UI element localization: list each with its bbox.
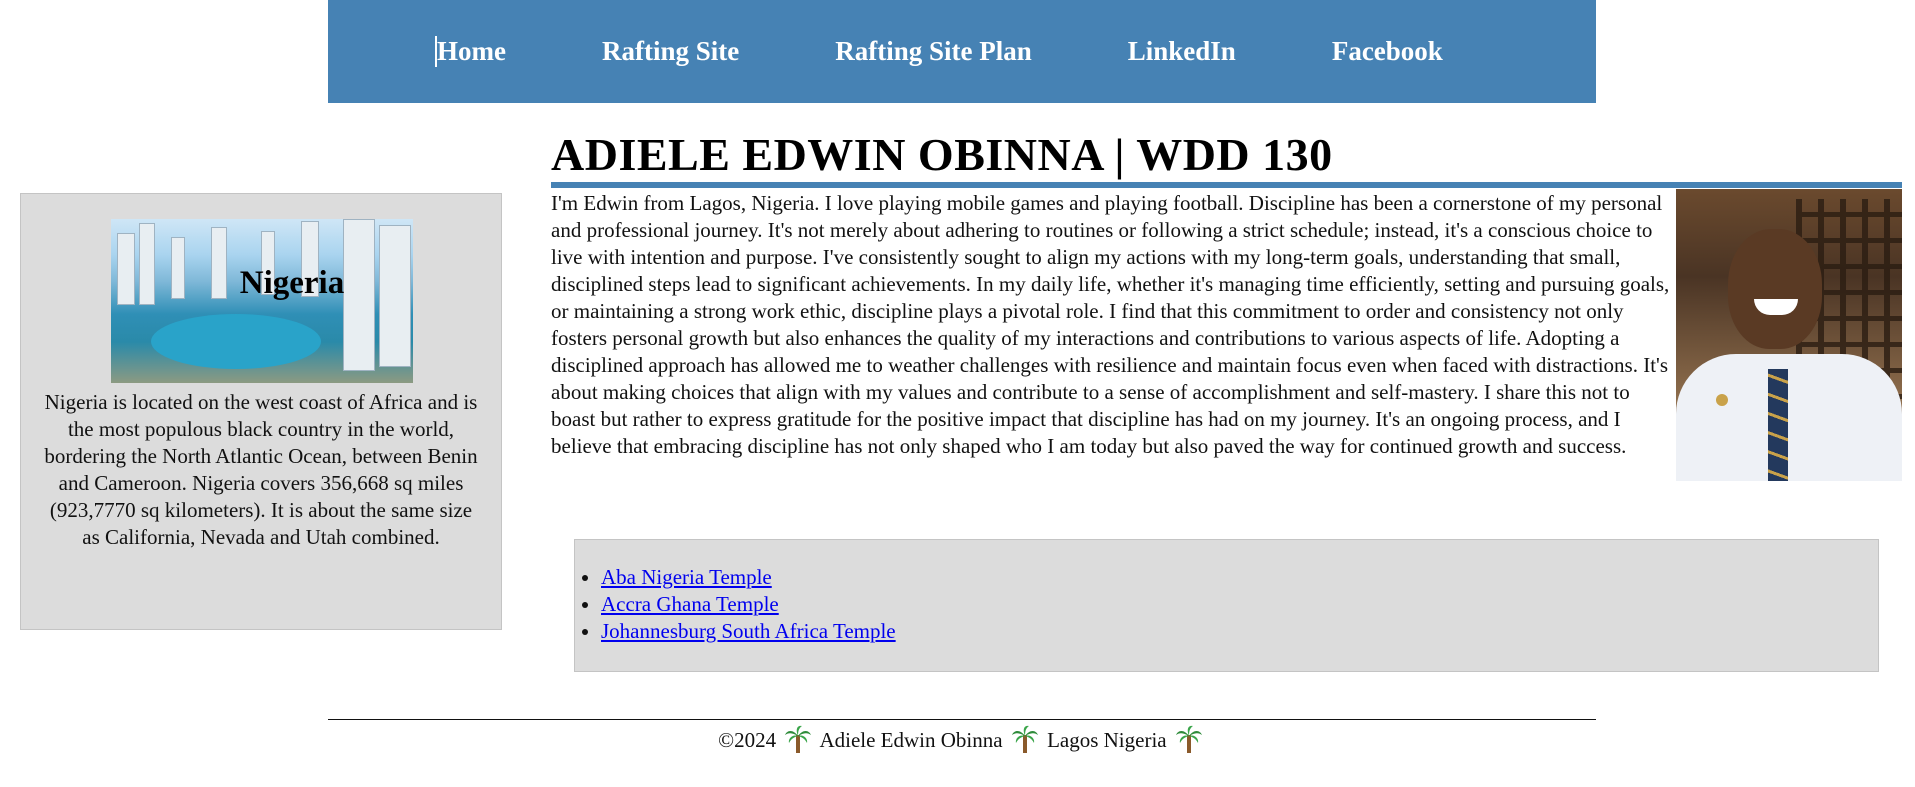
bio-paragraph: I'm Edwin from Lagos, Nigeria. I love pl… (551, 191, 1670, 458)
nigeria-description: Nigeria is located on the west coast of … (44, 390, 478, 549)
nigeria-city-image: Nigeria (111, 219, 413, 383)
tie-shape (1768, 369, 1788, 481)
nav-link-rafting-site-plan[interactable]: Rafting Site Plan (835, 36, 1032, 67)
lagoon-shape (151, 314, 321, 369)
nav-link-home[interactable]: Home (435, 36, 506, 67)
image-caption: Nigeria (239, 265, 345, 301)
nigeria-sidebar: Nigeria Nigeria is located on the west c… (20, 193, 502, 630)
nav-link-facebook[interactable]: Facebook (1332, 36, 1443, 67)
footer-divider (328, 719, 1596, 720)
lapel-pin-shape (1716, 394, 1728, 406)
link-accra-ghana-temple[interactable]: Accra Ghana Temple (601, 592, 779, 616)
page: Home Rafting Site Rafting Site Plan Link… (0, 0, 1915, 787)
page-title: ADIELE EDWIN OBINNA | WDD 130 (551, 129, 1333, 180)
palm-tree-icon (785, 725, 812, 753)
list-item: Johannesburg South Africa Temple (601, 618, 896, 645)
link-johannesburg-temple[interactable]: Johannesburg South Africa Temple (601, 619, 896, 643)
top-navigation: Home Rafting Site Rafting Site Plan Link… (328, 0, 1596, 103)
footer-copyright: ©2024 (718, 728, 777, 752)
page-footer: ©2024 Adiele Edwin Obinna Lagos Nigeria (328, 725, 1596, 754)
temple-links-list: Aba Nigeria Temple Accra Ghana Temple Jo… (575, 564, 896, 645)
head-shape (1728, 229, 1822, 349)
nav-link-rafting-site[interactable]: Rafting Site (602, 36, 739, 67)
link-aba-nigeria-temple[interactable]: Aba Nigeria Temple (601, 565, 772, 589)
footer-name: Adiele Edwin Obinna (819, 728, 1003, 752)
temple-links-panel: Aba Nigeria Temple Accra Ghana Temple Jo… (574, 539, 1879, 672)
shirt-shape (1676, 354, 1902, 481)
title-underline (551, 182, 1902, 188)
nav-link-linkedin[interactable]: LinkedIn (1128, 36, 1236, 67)
list-item: Aba Nigeria Temple (601, 564, 896, 591)
palm-tree-icon (1011, 725, 1038, 753)
profile-photo (1676, 189, 1902, 481)
list-item: Accra Ghana Temple (601, 591, 896, 618)
footer-location: Lagos Nigeria (1047, 728, 1167, 752)
palm-tree-icon (1175, 725, 1202, 753)
